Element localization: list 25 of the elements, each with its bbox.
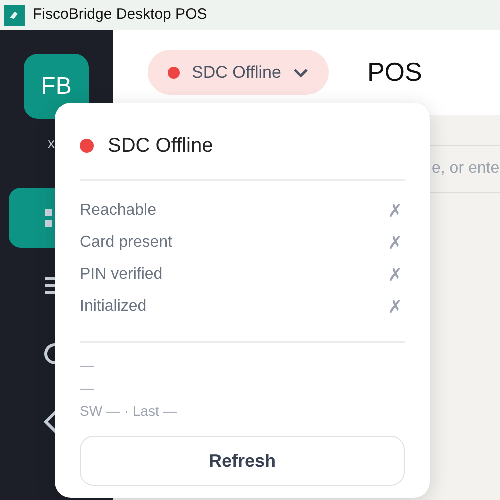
search-placeholder: e, or ente — [432, 159, 500, 179]
check-label: PIN verified — [80, 265, 163, 285]
app-icon — [4, 4, 25, 26]
check-status: ✗ — [388, 296, 404, 318]
diamond-icon — [43, 410, 55, 434]
page-title: POS — [367, 56, 422, 89]
detail-text: — — [80, 357, 95, 374]
check-status: ✗ — [388, 232, 404, 254]
check-status: ✗ — [388, 264, 404, 286]
menu-icon — [43, 275, 55, 297]
sidebar-item[interactable] — [9, 188, 55, 248]
status-label: SDC Offline — [192, 62, 282, 84]
grid-icon — [43, 207, 55, 229]
chevron-down-icon — [293, 68, 310, 78]
check-status: ✗ — [388, 200, 404, 222]
detail-text: — — [80, 380, 95, 397]
check-label: Card present — [80, 233, 172, 253]
status-pill[interactable]: SDC Offline — [148, 50, 330, 95]
window-title: FiscoBridge Desktop POS — [33, 4, 208, 25]
check-label: Reachable — [80, 201, 156, 221]
popover-title: SDC Offline — [108, 134, 214, 159]
refresh-button[interactable]: Refresh — [80, 436, 405, 486]
detail-text: SW — · Last — — [80, 403, 178, 420]
sidebar-label: x — [48, 134, 55, 153]
check-label: Initialized — [80, 297, 147, 317]
